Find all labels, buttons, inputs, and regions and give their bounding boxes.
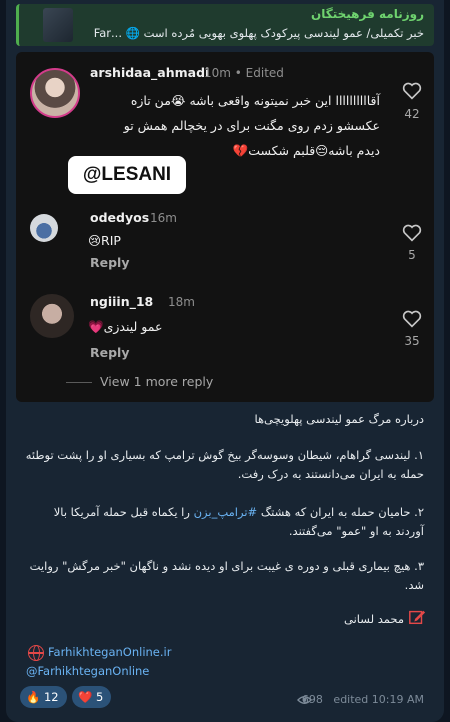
body-paragraph-1: ۱. لیندسی گراهام، شیطان وسوسه‌گر بیخ گوش… — [25, 448, 424, 481]
fire-icon: 🔥 — [26, 690, 41, 704]
reply-channel-name: روزنامه فرهیختگان — [311, 7, 424, 21]
comment-time: 10m • Edited — [204, 66, 284, 80]
reply-link[interactable]: Reply — [90, 345, 129, 360]
like-count: 42 — [404, 107, 420, 121]
avatar — [30, 294, 74, 338]
like-count: 5 — [408, 248, 416, 262]
heart-icon[interactable] — [402, 310, 422, 328]
message-bubble: روزنامه فرهیختگان خبر تکمیلی/ عمو لیندسی… — [6, 0, 444, 722]
reply-text: خبر تکمیلی/ عمو لیندسی پیرکودک پهلوی بهو… — [93, 26, 424, 40]
reaction-fire[interactable]: 🔥 12 — [20, 686, 67, 708]
red-heart-icon: ❤️ — [78, 690, 93, 704]
body-heading: درباره مرگ عمو لیندسی پهلویچی‌ها — [254, 412, 424, 426]
body-paragraph-3: ۳. هیچ بیماری قبلی و دوره ی غیبت برای او… — [29, 559, 424, 592]
globe-icon — [28, 645, 44, 661]
hashtag-link[interactable]: #ترامپ_بزن — [194, 505, 258, 519]
comment-username: ngiiin_18 — [90, 294, 154, 309]
comment-text: آقاااااااااا این خبر نمیتونه واقعی باشه … — [123, 93, 380, 158]
edited-timestamp: edited 10:19 AM — [333, 693, 424, 706]
reply-link[interactable]: Reply — [90, 255, 129, 270]
reaction-heart[interactable]: ❤️ 5 — [72, 686, 112, 708]
comment-time: 16m — [150, 211, 177, 225]
avatar — [30, 214, 58, 242]
website-link[interactable]: FarhikhteganOnline.ir — [48, 645, 171, 659]
reply-thumbnail — [43, 8, 73, 42]
view-more-replies[interactable]: View 1 more reply — [100, 374, 213, 389]
heart-icon[interactable] — [402, 224, 422, 242]
body-paragraph-2: ۲. حامیان حمله به ایران که هشتگ #ترامپ_ب… — [53, 505, 424, 538]
author-name: محمد لسانی — [344, 612, 404, 626]
message-meta: 698 edited 10:19 AM — [302, 693, 424, 706]
lesani-sticker: @LESANI — [68, 156, 186, 194]
pen-icon — [409, 610, 426, 625]
comment-time: 18m — [168, 295, 195, 309]
comment-text: 😢RIP — [88, 233, 121, 248]
comment-username: arshidaa_ahmadi — [90, 65, 210, 80]
channel-handle-link[interactable]: @FarhikhteganOnline — [26, 664, 149, 678]
comment-text: عمو لیندزی💗 — [88, 319, 163, 334]
view-count: 698 — [301, 693, 323, 706]
reaction-count: 5 — [95, 690, 104, 704]
comment-username: odedyos — [90, 210, 150, 225]
embedded-screenshot[interactable]: arshidaa_ahmadi 10m • Edited آقااااااااا… — [16, 52, 434, 402]
heart-icon[interactable] — [402, 82, 422, 100]
reaction-count: 12 — [43, 690, 59, 704]
reply-preview[interactable]: روزنامه فرهیختگان خبر تکمیلی/ عمو لیندسی… — [16, 4, 434, 46]
like-count: 35 — [404, 334, 420, 348]
view-more-divider — [66, 382, 92, 383]
